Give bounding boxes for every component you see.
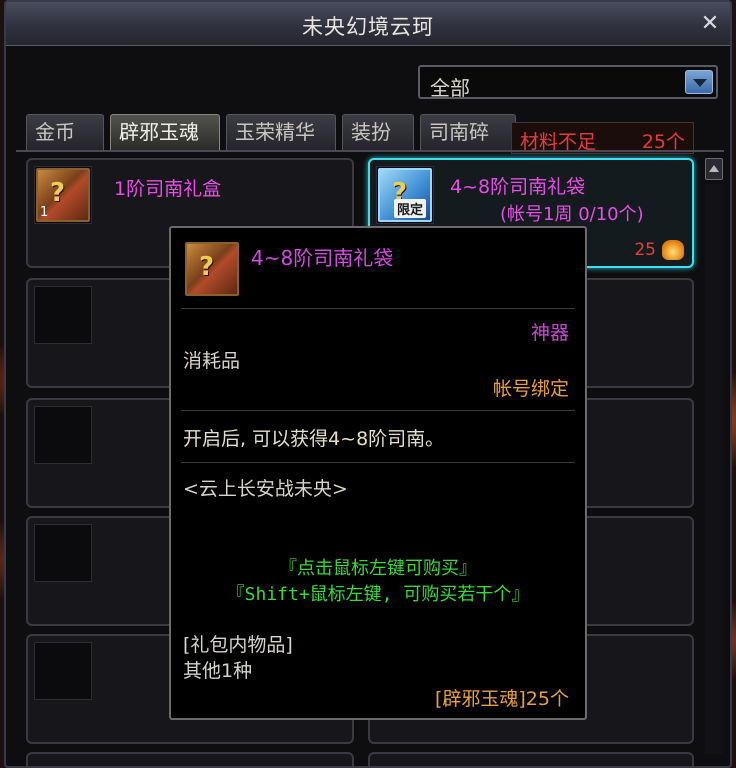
shop-item-card-empty[interactable] (368, 752, 694, 766)
dropdown-value: 全部 (430, 76, 470, 100)
item-name: 4~8阶司南礼袋 (450, 176, 586, 198)
item-name: 1阶司南礼盒 (114, 178, 222, 200)
currency-icon (662, 240, 684, 260)
tooltip-divider (181, 410, 575, 411)
item-slot: ? 限定 (376, 166, 434, 224)
tooltip-rarity: 神器 (530, 322, 569, 344)
tab-divider (16, 150, 724, 152)
shop-window: 未央幻境云珂 ✕ 全部 金币 辟邪玉魂 玉荣精华 装扮 司南碎 材料不足 25个… (4, 0, 732, 768)
tooltip-divider (181, 462, 575, 463)
item-price: 25 (634, 240, 656, 260)
item-slot (34, 286, 92, 344)
tooltip-hint-shift: 『Shift+鼠标左键, 可购买若干个』 (226, 584, 530, 605)
item-tooltip: ? 4~8阶司南礼袋 神器 消耗品 帐号绑定 开启后, 可以获得4~8阶司南。 … (169, 226, 587, 720)
tooltip-contents-value: 其他1种 (183, 660, 253, 682)
tab-sinan-fragment[interactable]: 司南碎 (420, 114, 516, 150)
tooltip-bind-type: 帐号绑定 (492, 378, 569, 400)
item-quantity: 1 (40, 205, 49, 220)
tooltip-source: <云上长安战未央> (183, 478, 348, 500)
tooltip-contents-header: [礼包内物品] (183, 634, 293, 656)
tab-costume[interactable]: 装扮 (342, 114, 414, 150)
scroll-up-icon[interactable] (705, 158, 723, 180)
gift-box-icon: ? 1 (36, 168, 90, 222)
window-title: 未央幻境云珂 (302, 15, 434, 39)
tooltip-hint-click: 『点击鼠标左键可购买』 (279, 558, 477, 579)
tooltip-divider (181, 308, 575, 309)
item-slot (34, 524, 92, 582)
gift-box-icon: ? (185, 242, 239, 296)
purchase-limit: (帐号1周 0/10个) (500, 204, 644, 225)
close-icon[interactable]: ✕ (696, 10, 724, 38)
limited-badge: 限定 (394, 199, 427, 218)
item-slot (34, 406, 92, 464)
title-bar: 未央幻境云珂 ✕ (6, 2, 730, 46)
tab-bixie-yuhun[interactable]: 辟邪玉魂 (110, 114, 220, 150)
tooltip-description: 开启后, 可以获得4~8阶司南。 (183, 428, 445, 450)
scrollbar-track[interactable] (705, 184, 723, 754)
item-slot (34, 642, 92, 700)
gift-bag-icon: ? 限定 (378, 168, 432, 222)
chevron-down-icon[interactable] (685, 70, 713, 94)
shop-item-card-empty[interactable] (26, 752, 354, 766)
item-slot: ? 1 (34, 166, 92, 224)
tooltip-item-type: 消耗品 (183, 350, 241, 372)
tab-yurong-jinghua[interactable]: 玉荣精华 (226, 114, 336, 150)
category-dropdown[interactable]: 全部 (418, 65, 718, 100)
tab-gold[interactable]: 金币 (26, 114, 104, 150)
tooltip-cost: [辟邪玉魂]25个 (434, 688, 569, 710)
tooltip-title: 4~8阶司南礼袋 (251, 246, 394, 270)
